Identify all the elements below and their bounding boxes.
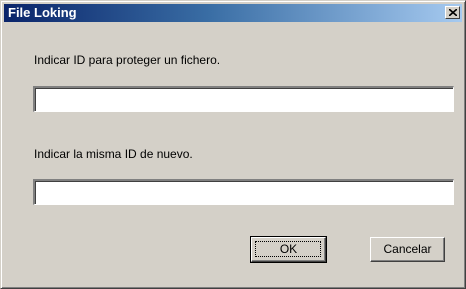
focus-rectangle xyxy=(255,241,321,257)
close-button[interactable] xyxy=(445,6,460,19)
close-icon xyxy=(449,9,457,16)
file-loking-dialog: File Loking Indicar ID para proteger un … xyxy=(0,0,466,289)
window-title: File Loking xyxy=(8,5,77,20)
id-input[interactable] xyxy=(33,86,454,112)
ok-button[interactable]: OK xyxy=(250,236,327,263)
cancel-button[interactable]: Cancelar xyxy=(370,237,445,262)
id-confirm-input[interactable] xyxy=(33,179,454,205)
title-bar[interactable]: File Loking xyxy=(4,4,462,22)
id-confirm-prompt-label: Indicar la misma ID de nuevo. xyxy=(34,147,193,161)
id-prompt-label: Indicar ID para proteger un fichero. xyxy=(34,53,221,67)
